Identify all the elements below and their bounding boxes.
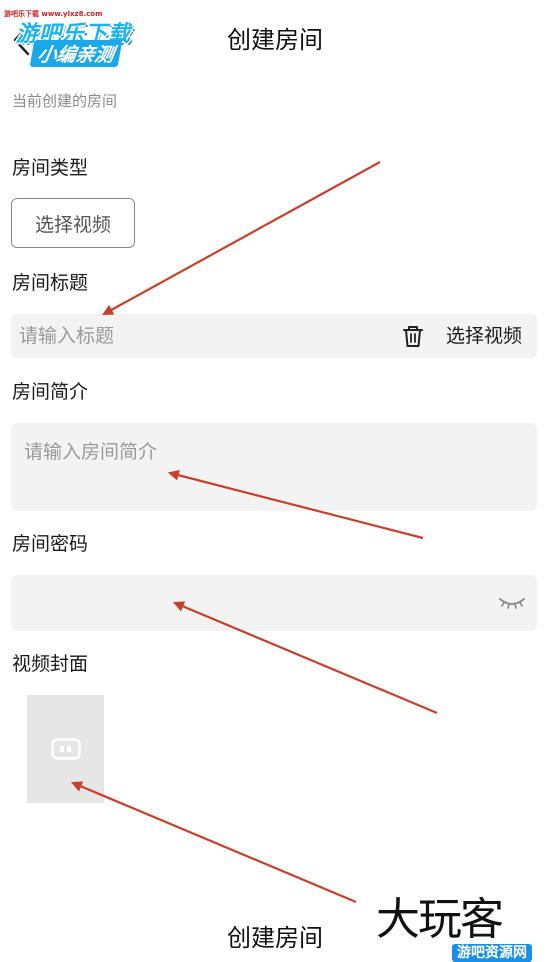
arrow-to-title — [102, 161, 381, 316]
trash-icon[interactable] — [400, 323, 426, 349]
room-type-label: 房间类型 — [12, 157, 89, 179]
room-intro-placeholder: 请输入房间简介 — [24, 441, 158, 463]
room-title-label: 房间标题 — [12, 272, 89, 294]
page-subtitle: 当前创建的房间 — [12, 92, 118, 110]
room-title-placeholder: 请输入标题 — [19, 325, 115, 347]
eye-closed-icon[interactable] — [498, 593, 526, 613]
watermark-bottom-small: 游吧资源网 — [452, 944, 532, 962]
room-title-input[interactable]: 请输入标题 选择视频 — [11, 314, 537, 358]
watermark-line2: 小编亲测 — [29, 40, 123, 67]
watermark-logo-bottom: 大玩客 游吧资源网 — [376, 892, 550, 962]
select-video-button[interactable]: 选择视频 — [11, 198, 135, 248]
watermark-bottom-big: 大玩客 — [376, 894, 504, 945]
video-cover-upload[interactable] — [27, 695, 104, 803]
room-intro-textarea[interactable]: 请输入房间简介 — [11, 423, 537, 511]
room-password-label: 房间密码 — [12, 533, 89, 555]
video-placeholder-icon — [50, 738, 81, 760]
video-cover-label: 视频封面 — [12, 653, 89, 675]
room-password-input[interactable] — [11, 575, 537, 631]
watermark-logo-top: 游吧乐下载 www.ylxz8.com 游吧乐下载 小编亲测 — [4, 4, 154, 67]
arrow-to-cover — [70, 781, 357, 904]
room-intro-label: 房间简介 — [12, 381, 89, 403]
select-video-link[interactable]: 选择视频 — [446, 314, 522, 358]
